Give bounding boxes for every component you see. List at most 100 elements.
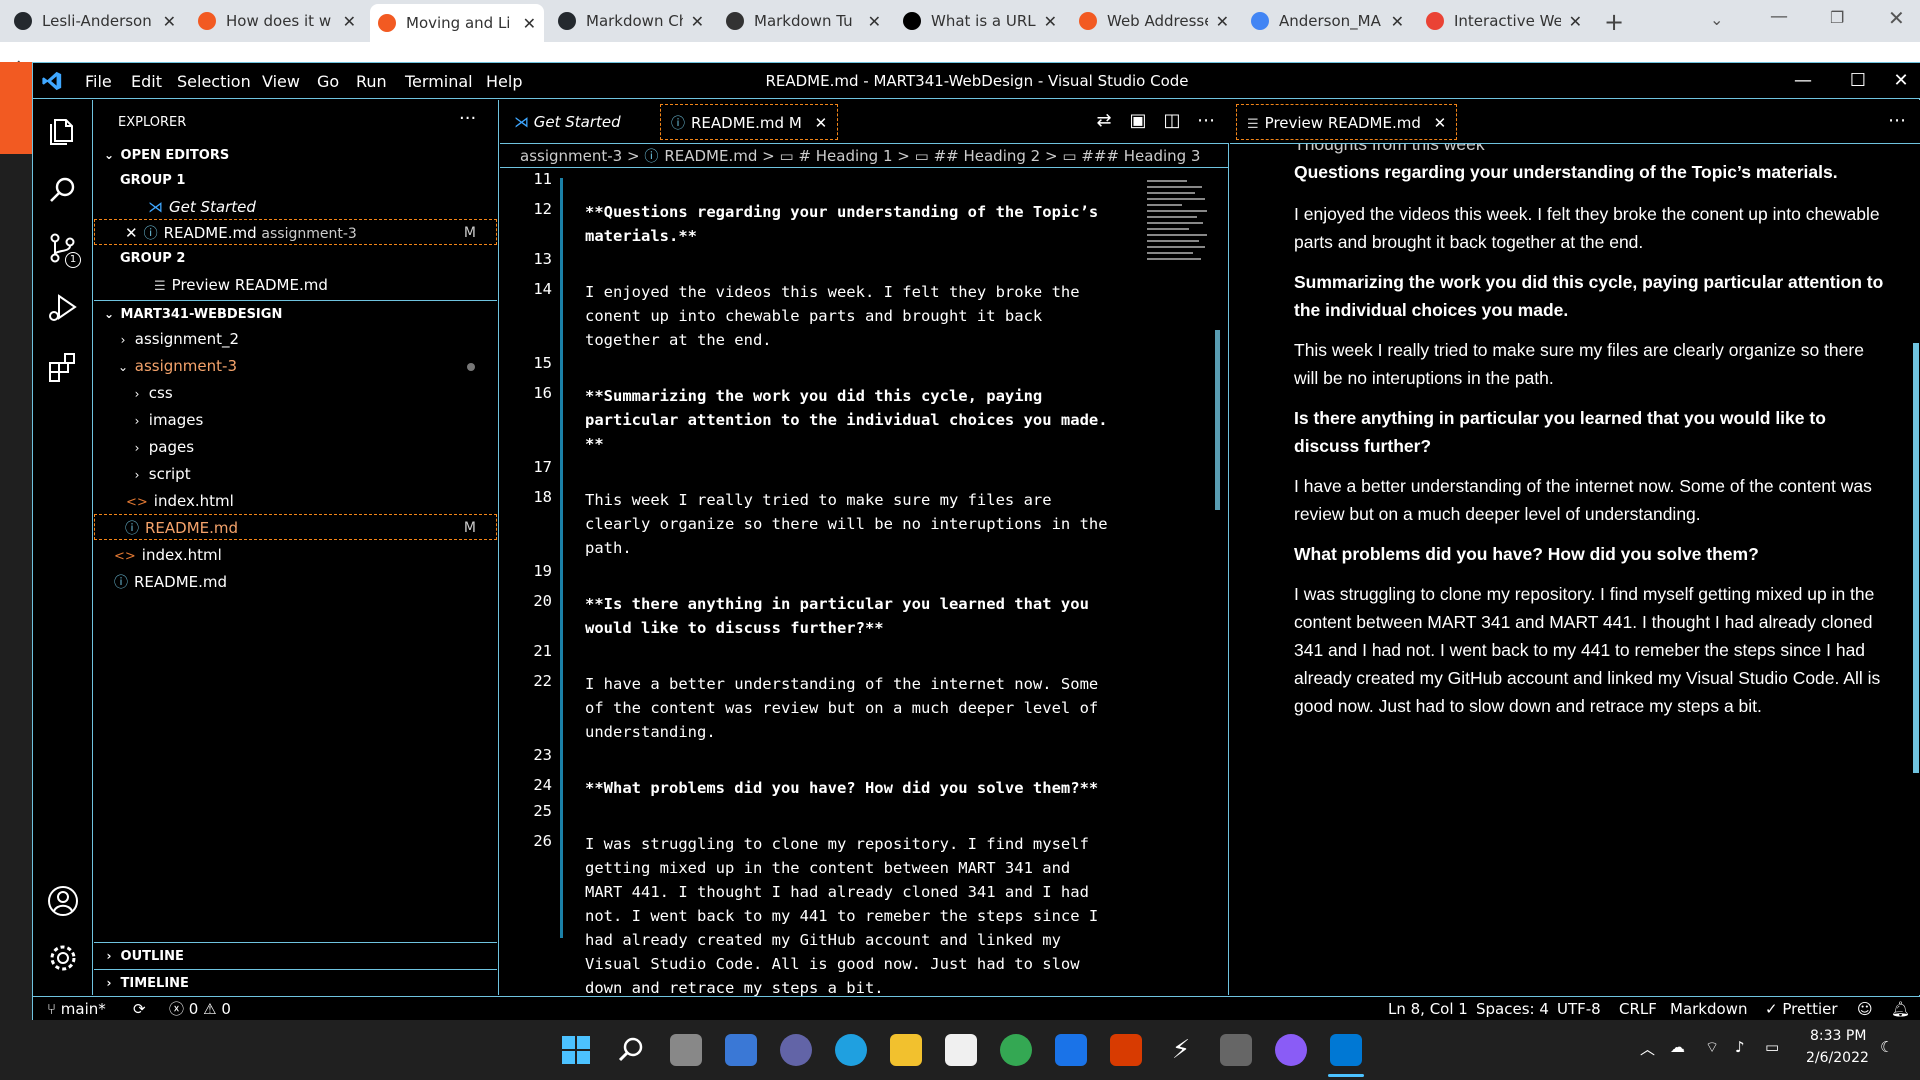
vscode-taskbar-icon[interactable] [1330,1034,1362,1066]
close-icon[interactable]: ✕ [523,14,536,33]
extensions-icon[interactable] [45,350,81,386]
tree-assignment-3[interactable]: ⌄ assignment-3 [94,353,497,379]
tree-readme-a3[interactable]: ⓘ README.md M [94,514,497,540]
menu-view[interactable]: View [262,72,300,91]
menu-edit[interactable]: Edit [131,72,162,91]
browser-tab[interactable]: How does it w ✕ [190,6,364,36]
edge-icon[interactable] [835,1034,867,1066]
breadcrumb-heading3[interactable]: ▭ ### Heading 3 [1062,147,1200,165]
store-icon[interactable] [945,1034,977,1066]
tab-readme[interactable]: ⓘ README.md M ✕ [660,104,839,140]
sync-icon[interactable]: ⟳ [133,997,146,1021]
file-explorer-icon[interactable] [890,1034,922,1066]
browser-tab[interactable]: Web Addresse ✕ [1071,6,1237,36]
browser-tab[interactable]: Markdown Ch ✕ [550,6,712,36]
tree-assignment-2[interactable]: › assignment_2 [94,326,497,352]
explorer-icon[interactable] [45,114,81,150]
account-icon[interactable] [45,883,81,919]
tab-list-chevron-icon[interactable]: ⌄ [1710,10,1723,29]
close-icon[interactable]: ✕ [125,224,138,242]
cloud-icon[interactable]: ☁ [1670,1038,1685,1056]
code-line[interactable]: **Summarizing the work you did this cycl… [585,384,1108,456]
gear-icon[interactable] [45,940,81,976]
tree-images[interactable]: › images [94,407,497,433]
new-tab-button[interactable]: + [1604,8,1624,36]
breadcrumb-heading1[interactable]: ▭ # Heading 1 [779,147,892,165]
clock-time[interactable]: 8:33 PM [1810,1028,1866,1044]
encoding[interactable]: UTF-8 [1557,997,1601,1021]
menu-selection[interactable]: Selection [177,72,251,91]
project-header[interactable]: ⌄ MART341-WEBDESIGN [94,300,497,326]
tree-pages[interactable]: › pages [94,434,497,460]
tree-css[interactable]: › css [94,380,497,406]
task-view-icon[interactable] [670,1034,702,1066]
open-editor-get-started[interactable]: ⋊ Get Started [94,194,497,220]
cursor-position[interactable]: Ln 8, Col 1 [1388,997,1468,1021]
mail-icon[interactable] [1055,1034,1087,1066]
open-editors-header[interactable]: ⌄ OPEN EDITORS [94,142,497,168]
close-icon[interactable]: ✕ [343,12,356,31]
code-line[interactable]: **What problems did you have? How did yo… [585,776,1098,800]
bell-icon[interactable]: 🔔︎ [1891,997,1910,1021]
search-icon[interactable] [45,172,81,208]
browser-close-button[interactable]: ✕ [1888,6,1905,30]
code-line[interactable]: I enjoyed the videos this week. I felt t… [585,280,1080,352]
maximize-button[interactable]: ☐ [1838,67,1878,95]
close-icon[interactable]: ✕ [868,12,881,31]
browser-address-bar[interactable] [0,42,1920,62]
open-preview-side-icon[interactable]: ▣ [1126,110,1150,134]
indentation[interactable]: Spaces: 4 [1476,997,1549,1021]
code-line[interactable]: I was struggling to clone my repository.… [585,832,1098,1000]
breadcrumb-heading2[interactable]: ▭ ## Heading 2 [915,147,1041,165]
close-icon[interactable]: ✕ [1434,114,1447,132]
tab-get-started[interactable]: ⋊ Get Started [504,104,631,140]
browser-restore-button[interactable]: ❐ [1830,8,1844,27]
prettier-status[interactable]: ✓ Prettier [1765,997,1838,1021]
more-actions-icon[interactable]: ⋯ [1885,110,1909,134]
close-icon[interactable]: ✕ [1569,12,1582,31]
windows-start-icon[interactable] [560,1034,592,1066]
tab-preview-readme[interactable]: ☰ Preview README.md ✕ [1236,104,1458,140]
breadcrumb-file[interactable]: README.md [664,147,757,165]
code-line[interactable]: This week I really tried to make sure my… [585,488,1108,560]
browser-tab[interactable]: Interactive We ✕ [1418,6,1590,36]
chrome-icon[interactable] [1000,1034,1032,1066]
code-line[interactable]: **Is there anything in particular you le… [585,592,1089,640]
more-actions-icon[interactable]: ⋯ [1194,110,1218,134]
browser-tab[interactable]: Markdown Tu ✕ [718,6,889,36]
source-control-icon[interactable]: 1 [45,230,81,268]
volume-icon[interactable]: ♪ [1735,1038,1745,1056]
search-icon[interactable] [615,1034,647,1066]
run-debug-icon[interactable] [45,290,81,326]
timeline-header[interactable]: › TIMELINE [94,969,497,995]
close-icon[interactable]: ✕ [1391,12,1404,31]
chevron-up-icon[interactable]: ︿ [1640,1038,1655,1059]
close-icon[interactable]: ✕ [163,12,176,31]
preview-scrollbar[interactable] [1913,343,1919,773]
minimize-button[interactable]: — [1783,67,1823,95]
branch-status[interactable]: ⑂ main* [47,997,106,1021]
browser-tab[interactable]: Moving and Li ✕ [370,4,544,42]
office-icon[interactable] [1110,1034,1142,1066]
code-line[interactable]: I have a better understanding of the int… [585,672,1098,744]
menu-file[interactable]: File [85,72,112,91]
open-editor-readme[interactable]: ✕ ⓘ README.md assignment-3 M [94,219,497,245]
browser-tab[interactable]: Anderson_MA ✕ [1243,6,1412,36]
minimap[interactable] [1145,178,1211,268]
close-button[interactable]: ✕ [1881,67,1920,95]
notifications-icon[interactable]: ☾ [1880,1038,1893,1056]
line-ending[interactable]: CRLF [1619,997,1657,1021]
browser-tab[interactable]: Lesli-Anderson ✕ [6,6,184,36]
explorer-more-button[interactable]: ··· [459,108,476,129]
breadcrumb-folder[interactable]: assignment-3 [520,147,622,165]
open-editor-preview[interactable]: ☰ Preview README.md [94,272,497,298]
close-icon[interactable]: ✕ [1216,12,1229,31]
menu-go[interactable]: Go [317,72,339,91]
code-line[interactable]: **Questions regarding your understanding… [585,200,1098,248]
close-icon[interactable]: ✕ [1044,12,1057,31]
split-editor-icon[interactable]: ◫ [1160,110,1184,134]
menu-help[interactable]: Help [486,72,522,91]
tree-readme-root[interactable]: ⓘ README.md [94,569,497,595]
markdown-preview[interactable]: Thoughts from this week Questions regard… [1294,144,1894,995]
tree-index-html-a3[interactable]: <> index.html [94,488,497,514]
